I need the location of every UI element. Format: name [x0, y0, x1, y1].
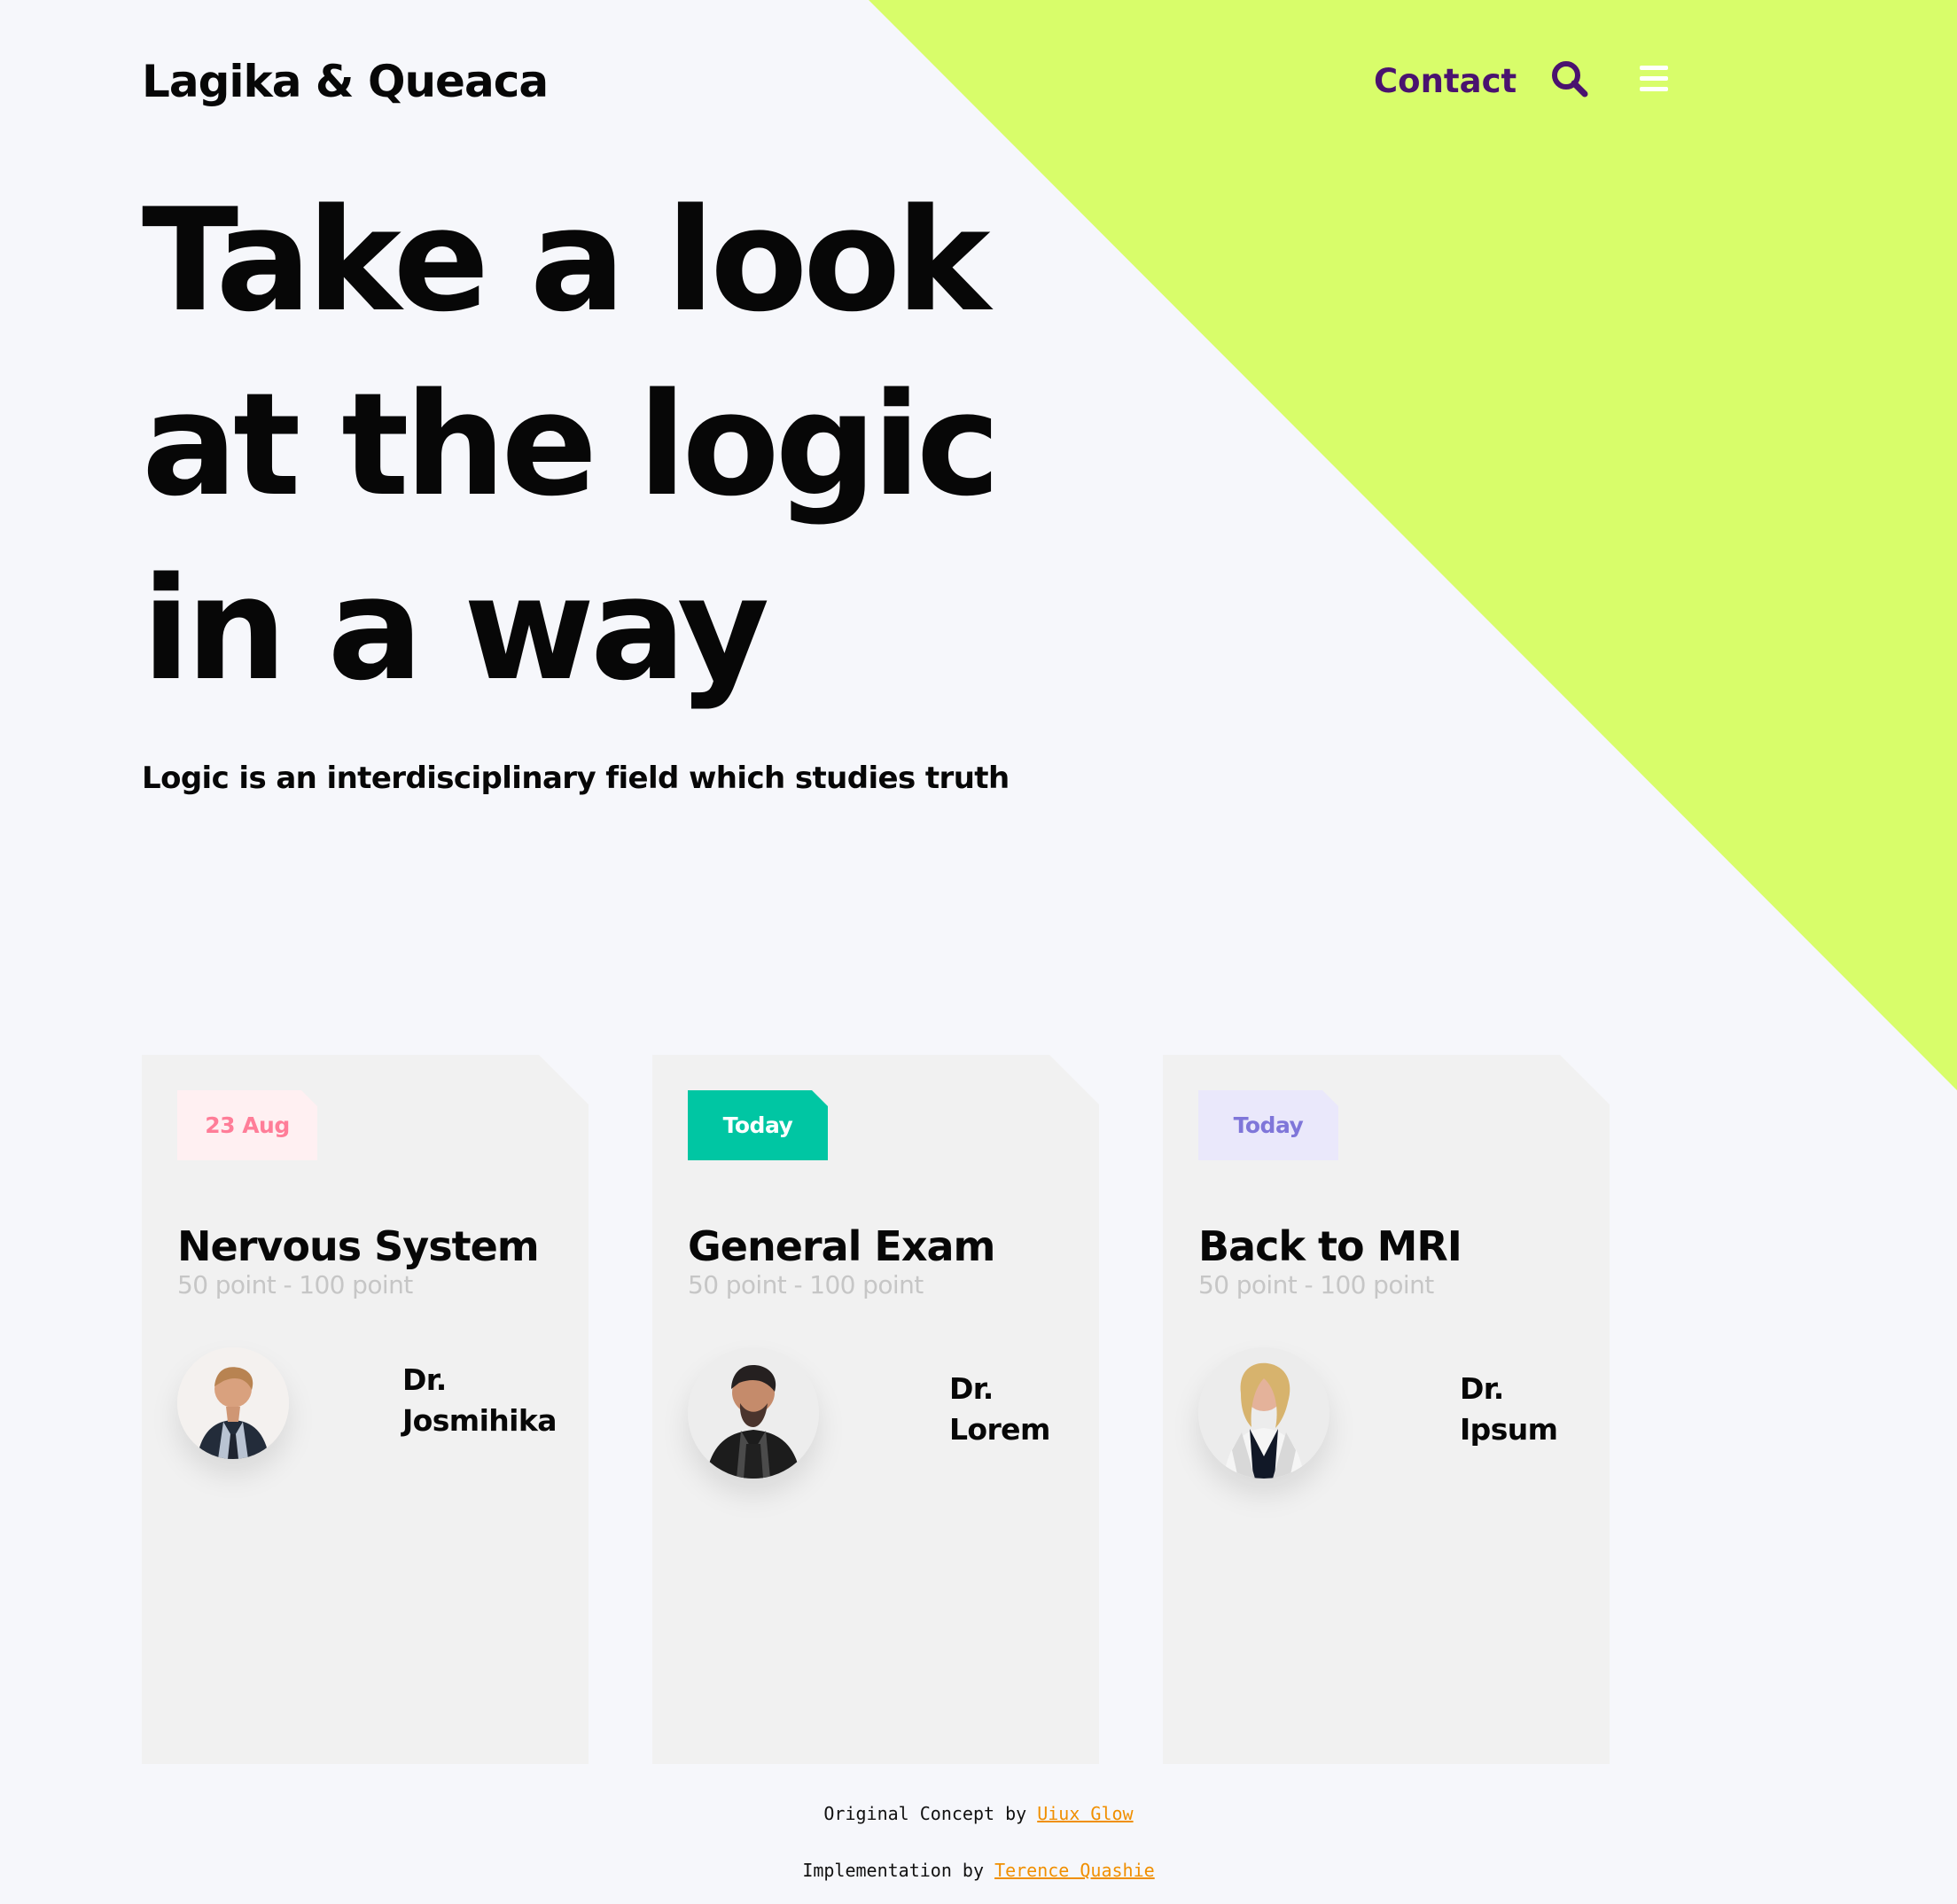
doctor-name: Dr. Ipsum: [1460, 1369, 1610, 1450]
appointment-cards: 23 Aug Nervous System 50 point - 100 poi…: [142, 1055, 1610, 1764]
appointment-card[interactable]: Today General Exam 50 point - 100 point …: [652, 1055, 1099, 1764]
date-badge: 23 Aug: [177, 1090, 317, 1160]
points-range: 50 point - 100 point: [688, 1270, 924, 1299]
brand-name[interactable]: Lagika & Queaca: [142, 53, 549, 110]
points-range: 50 point - 100 point: [1198, 1270, 1434, 1299]
doctor-name-line: Dr.: [402, 1362, 447, 1397]
card-title: General Exam: [688, 1222, 995, 1270]
implementation-author-link[interactable]: Terence Quashie: [994, 1860, 1155, 1881]
hero-title-line: at the logic: [142, 362, 1001, 527]
site-header: Lagika & Queaca Contact: [142, 51, 1673, 108]
doctor-male-avatar: [688, 1347, 819, 1479]
menu-icon: [1640, 66, 1668, 91]
doctor-name-line: Dr.: [1460, 1371, 1504, 1406]
hero-title: Take a look at the logic in a way: [142, 168, 1001, 722]
doctor-female-avatar: [1198, 1347, 1329, 1479]
contact-link[interactable]: Contact: [1374, 53, 1516, 110]
points-range: 50 point - 100 point: [177, 1270, 413, 1299]
doctor-male-avatar: [177, 1347, 289, 1459]
doctor-avatar: [1198, 1347, 1329, 1479]
credits-footer: Original Concept by Uiux Glow Implementa…: [0, 1799, 1957, 1884]
doctor-name-line: Dr.: [949, 1371, 994, 1406]
doctor-avatar: [688, 1347, 819, 1479]
hero-title-line: Take a look: [142, 177, 991, 343]
hero-title-line: in a way: [142, 546, 769, 712]
doctor-name-line: Josmihika: [402, 1403, 557, 1438]
appointment-card[interactable]: 23 Aug Nervous System 50 point - 100 poi…: [142, 1055, 589, 1764]
concept-credit-prefix: Original Concept by: [823, 1803, 1038, 1824]
concept-credit: Original Concept by Uiux Glow: [0, 1799, 1957, 1828]
menu-button[interactable]: [1633, 59, 1675, 101]
doctor-name-line: Lorem: [949, 1412, 1050, 1447]
doctor-avatar: [177, 1347, 289, 1459]
appointment-card[interactable]: Today Back to MRI 50 point - 100 point D…: [1163, 1055, 1610, 1764]
implementation-credit: Implementation by Terence Quashie: [0, 1856, 1957, 1884]
doctor-name-line: Ipsum: [1460, 1412, 1558, 1447]
card-title: Back to MRI: [1198, 1222, 1462, 1270]
search-button[interactable]: [1549, 59, 1592, 101]
card-title: Nervous System: [177, 1222, 540, 1270]
date-badge: Today: [688, 1090, 828, 1160]
search-icon: [1552, 61, 1588, 98]
hero-subtitle: Logic is an interdisciplinary field whic…: [142, 761, 1010, 796]
hero-section: Take a look at the logic in a way: [142, 168, 1001, 722]
date-badge: Today: [1198, 1090, 1338, 1160]
concept-author-link[interactable]: Uiux Glow: [1037, 1803, 1133, 1824]
doctor-name: Dr. Josmihika: [402, 1360, 562, 1441]
implementation-credit-prefix: Implementation by: [802, 1860, 995, 1881]
doctor-name: Dr. Lorem: [949, 1369, 1099, 1450]
